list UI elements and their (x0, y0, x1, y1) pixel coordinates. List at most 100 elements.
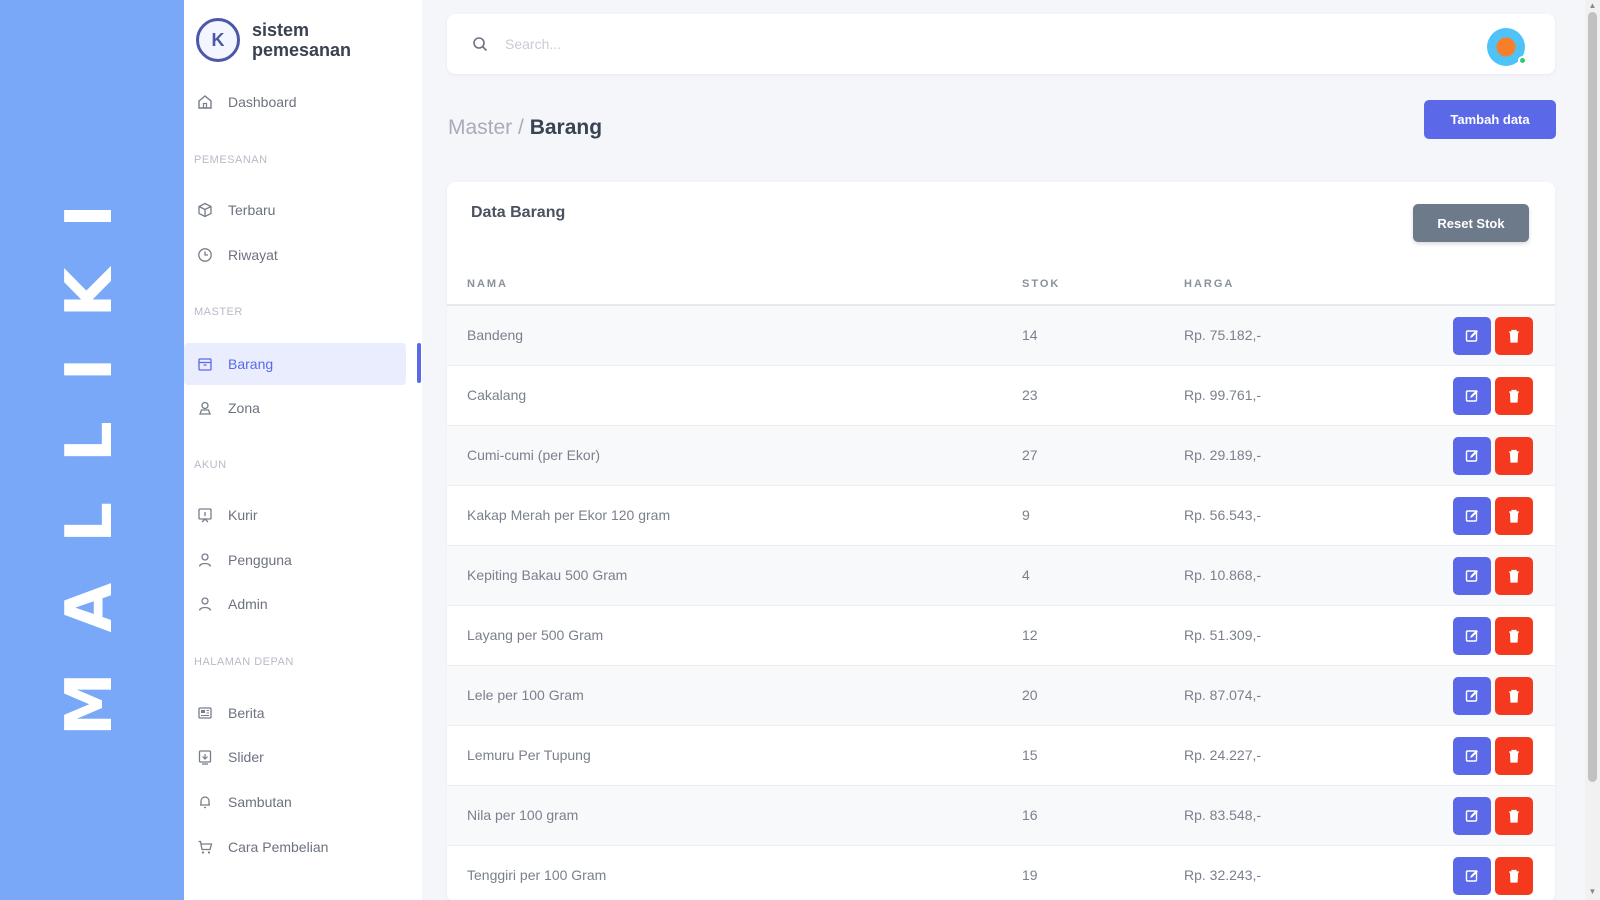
edit-button[interactable] (1453, 617, 1491, 655)
sidebar-item-barang[interactable]: Barang (184, 343, 406, 385)
scroll-down-arrow-icon[interactable]: ▼ (1588, 888, 1597, 896)
sidebar-item-sambutan[interactable]: Sambutan (184, 781, 406, 823)
delete-button[interactable] (1495, 857, 1533, 895)
edit-icon (1465, 510, 1478, 522)
cell-name: Kakap Merah per Ekor 120 gram (467, 507, 671, 523)
box-icon (196, 355, 214, 373)
edit-icon (1465, 570, 1478, 582)
package-icon (196, 201, 214, 219)
delete-button[interactable] (1495, 437, 1533, 475)
bell-icon (196, 793, 214, 811)
edit-icon (1465, 750, 1478, 762)
sidebar-item-dashboard[interactable]: Dashboard (184, 81, 406, 123)
sidebar-item-admin[interactable]: Admin (184, 583, 406, 625)
cell-stock: 9 (1022, 507, 1030, 523)
delete-button[interactable] (1495, 797, 1533, 835)
data-card: Data Barang Reset Stok NAMA STOK HARGA B… (447, 182, 1555, 900)
edit-button[interactable] (1453, 317, 1491, 355)
sidebar-item-label: Berita (228, 705, 265, 721)
delete-button[interactable] (1495, 317, 1533, 355)
edit-button[interactable] (1453, 497, 1491, 535)
cell-name: Bandeng (467, 327, 524, 343)
logo-line-2: pemesanan (252, 40, 352, 60)
cell-price: Rp. 32.243,- (1184, 867, 1262, 883)
breadcrumb-parent[interactable]: Master / (448, 116, 524, 139)
edit-button[interactable] (1453, 377, 1491, 415)
edit-icon (1465, 330, 1478, 342)
logo-text: sistem pemesanan (252, 20, 351, 60)
breadcrumb: Master / Barang (448, 116, 602, 140)
cell-stock: 20 (1022, 687, 1038, 703)
cell-name: Nila per 100 gram (467, 807, 579, 823)
table-header: NAMA STOK HARGA (447, 268, 1555, 306)
cell-price: Rp. 51.309,- (1184, 627, 1262, 643)
delete-button[interactable] (1495, 497, 1533, 535)
edit-button[interactable] (1453, 737, 1491, 775)
table-row: Nila per 100 gram 16 Rp. 83.548,- (447, 786, 1555, 846)
delete-button[interactable] (1495, 557, 1533, 595)
cell-price: Rp. 99.761,- (1184, 387, 1262, 403)
edit-button[interactable] (1453, 437, 1491, 475)
edit-button[interactable] (1453, 857, 1491, 895)
column-header-price: HARGA (1184, 278, 1235, 290)
trash-icon (1509, 629, 1519, 643)
cell-name: Kepiting Bakau 500 Gram (467, 567, 628, 583)
sidebar-section-halaman-depan: HALAMAN DEPAN (194, 656, 294, 668)
cell-name: Tenggiri per 100 Gram (467, 867, 607, 883)
delete-button[interactable] (1495, 377, 1533, 415)
sidebar-item-label: Dashboard (228, 94, 297, 110)
delete-button[interactable] (1495, 677, 1533, 715)
scrollbar-thumb[interactable] (1588, 12, 1597, 782)
sidebar-item-slider[interactable]: Slider (184, 736, 406, 778)
sidebar-item-riwayat[interactable]: Riwayat (184, 234, 406, 276)
cart-icon (196, 838, 214, 856)
sidebar-item-pengguna[interactable]: Pengguna (184, 539, 406, 581)
trash-icon (1509, 509, 1519, 523)
cell-name: Cakalang (467, 387, 527, 403)
cell-name: Lele per 100 Gram (467, 687, 584, 703)
trash-icon (1509, 569, 1519, 583)
edit-button[interactable] (1453, 797, 1491, 835)
edit-icon (1465, 450, 1478, 462)
scroll-up-arrow-icon[interactable]: ▲ (1588, 2, 1597, 10)
trash-icon (1509, 389, 1519, 403)
table-body: Bandeng 14 Rp. 75.182,- Cakalang 23 Rp. … (447, 306, 1555, 900)
sidebar-item-terbaru[interactable]: Terbaru (184, 189, 406, 231)
cell-stock: 16 (1022, 807, 1038, 823)
cell-name: Lemuru Per Tupung (467, 747, 591, 763)
delete-button[interactable] (1495, 737, 1533, 775)
cell-price: Rp. 29.189,- (1184, 447, 1262, 463)
cell-stock: 14 (1022, 327, 1038, 343)
sidebar-item-kurir[interactable]: Kurir (184, 494, 406, 536)
add-data-button[interactable]: Tambah data (1424, 100, 1556, 139)
edit-button[interactable] (1453, 677, 1491, 715)
app-logo[interactable]: K sistem pemesanan (196, 18, 351, 62)
cell-price: Rp. 10.868,- (1184, 567, 1262, 583)
reset-stock-button[interactable]: Reset Stok (1413, 204, 1529, 242)
cell-stock: 15 (1022, 747, 1038, 763)
table-row: Kepiting Bakau 500 Gram 4 Rp. 10.868,- (447, 546, 1555, 606)
cell-price: Rp. 56.543,- (1184, 507, 1262, 523)
cell-stock: 4 (1022, 567, 1030, 583)
sidebar-item-label: Riwayat (228, 247, 278, 263)
delete-button[interactable] (1495, 617, 1533, 655)
table-row: Lele per 100 Gram 20 Rp. 87.074,- (447, 666, 1555, 726)
sidebar-item-cara-pembelian[interactable]: Cara Pembelian (184, 826, 406, 868)
top-bar (447, 14, 1555, 74)
search-icon (471, 35, 489, 53)
user-icon (196, 551, 214, 569)
trash-icon (1509, 689, 1519, 703)
clock-icon (196, 246, 214, 264)
sidebar-item-zona[interactable]: Zona (184, 387, 406, 429)
logo-icon: K (196, 18, 240, 62)
newspaper-icon (196, 704, 214, 722)
user-icon (196, 595, 214, 613)
cell-name: Layang per 500 Gram (467, 627, 604, 643)
image-icon (196, 748, 214, 766)
sidebar: K sistem pemesanan Dashboard PEMESANAN T… (184, 0, 422, 900)
search-input[interactable] (505, 36, 905, 52)
cell-stock: 23 (1022, 387, 1038, 403)
sidebar-item-berita[interactable]: Berita (184, 692, 406, 734)
edit-button[interactable] (1453, 557, 1491, 595)
cell-price: Rp. 87.074,- (1184, 687, 1262, 703)
